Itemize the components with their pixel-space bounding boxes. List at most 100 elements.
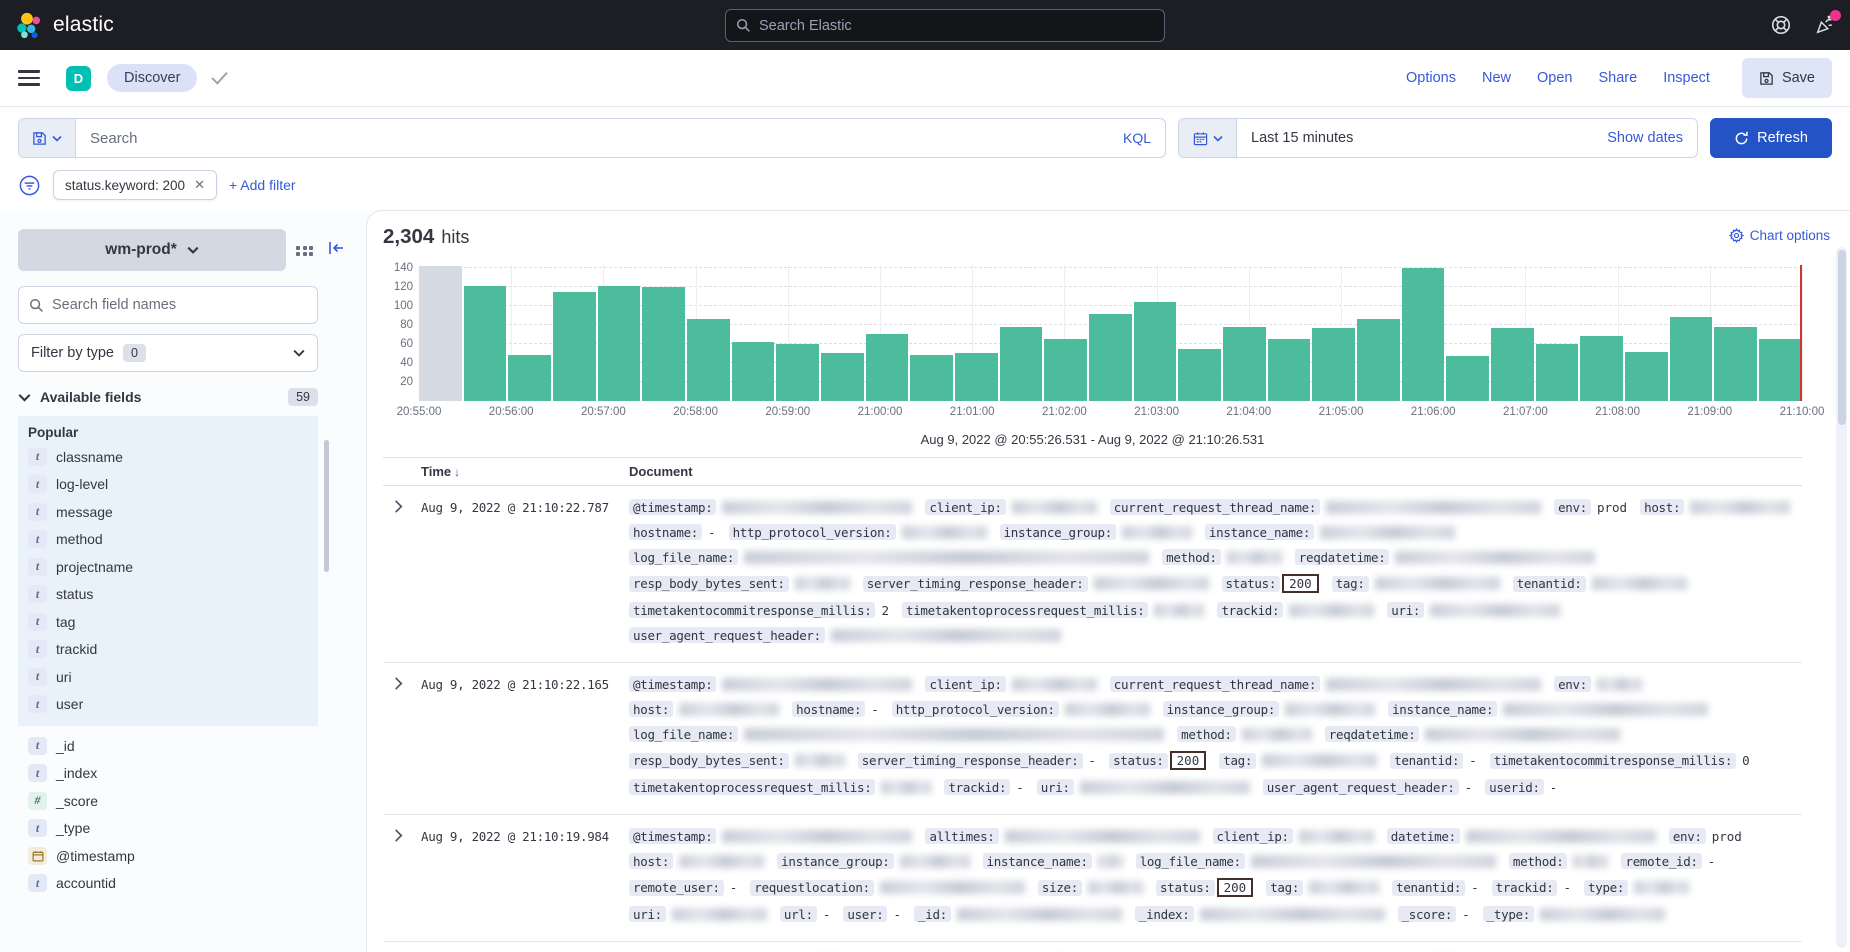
histogram-bar[interactable] bbox=[1446, 356, 1489, 401]
histogram-bar[interactable] bbox=[1357, 319, 1400, 401]
help-icon[interactable] bbox=[1770, 14, 1792, 36]
share-button[interactable]: Share bbox=[1598, 70, 1637, 86]
histogram-bar[interactable] bbox=[1714, 327, 1757, 401]
histogram-bar[interactable] bbox=[598, 286, 641, 401]
quick-select-menu-button[interactable] bbox=[1179, 119, 1237, 157]
global-search[interactable] bbox=[725, 9, 1165, 42]
sort-desc-icon[interactable]: ↓ bbox=[454, 465, 460, 479]
query-input[interactable] bbox=[76, 130, 1123, 147]
remove-filter-icon[interactable]: ✕ bbox=[194, 177, 205, 193]
histogram-bar[interactable] bbox=[1312, 328, 1355, 401]
menu-icon[interactable] bbox=[18, 70, 40, 86]
histogram-bar[interactable] bbox=[1268, 339, 1311, 401]
index-pattern-selector[interactable]: wm-prod* bbox=[18, 229, 286, 271]
time-range-value[interactable]: Last 15 minutes bbox=[1237, 130, 1353, 146]
new-button[interactable]: New bbox=[1482, 70, 1511, 86]
histogram-bar[interactable] bbox=[866, 334, 909, 401]
histogram-bar[interactable] bbox=[1625, 352, 1668, 401]
histogram-bar[interactable] bbox=[776, 344, 819, 401]
show-dates-button[interactable]: Show dates bbox=[1607, 130, 1697, 146]
field-item-accountid[interactable]: taccountid bbox=[28, 870, 318, 898]
date-field-icon bbox=[28, 847, 47, 865]
discover-app-badge[interactable]: D bbox=[66, 66, 91, 91]
inspect-button[interactable]: Inspect bbox=[1663, 70, 1710, 86]
field-search-input[interactable] bbox=[52, 297, 307, 313]
histogram-bar[interactable] bbox=[1223, 327, 1266, 401]
filter-pill-status-200[interactable]: status.keyword: 200 ✕ bbox=[53, 170, 217, 200]
histogram-bar[interactable] bbox=[1089, 314, 1132, 401]
expand-row-icon[interactable] bbox=[391, 676, 421, 691]
field-item-projectname[interactable]: tprojectname bbox=[28, 553, 318, 581]
field-item-_index[interactable]: t_index bbox=[28, 760, 318, 788]
histogram-bar[interactable] bbox=[1580, 336, 1623, 401]
global-search-input[interactable] bbox=[759, 18, 1154, 34]
field-item-log-level[interactable]: tlog-level bbox=[28, 471, 318, 499]
doc-field-name: resp_body_bytes_sent: bbox=[629, 576, 789, 592]
elastic-brand[interactable]: elastic bbox=[16, 12, 114, 39]
histogram-bar[interactable] bbox=[419, 266, 462, 401]
histogram-bar[interactable] bbox=[1044, 339, 1087, 401]
filter-menu-icon[interactable] bbox=[18, 174, 41, 197]
field-item-status[interactable]: tstatus bbox=[28, 581, 318, 609]
table-header-row: Time↓ Document bbox=[383, 458, 1802, 486]
doc-field-value-redacted bbox=[1122, 526, 1192, 539]
doc-field: user:- bbox=[843, 906, 901, 922]
page-scrollbar-thumb[interactable] bbox=[1838, 250, 1846, 425]
add-filter-button[interactable]: + Add filter bbox=[229, 177, 296, 193]
field-item-_type[interactable]: t_type bbox=[28, 815, 318, 843]
field-name: status bbox=[56, 586, 93, 602]
open-button[interactable]: Open bbox=[1537, 70, 1572, 86]
save-button[interactable]: Save bbox=[1742, 58, 1832, 98]
histogram-plot[interactable] bbox=[419, 265, 1802, 401]
field-item-user[interactable]: tuser bbox=[28, 691, 318, 719]
histogram-bar[interactable] bbox=[1536, 344, 1579, 401]
field-item-message[interactable]: tmessage bbox=[28, 498, 318, 526]
expand-row-icon[interactable] bbox=[391, 828, 421, 843]
histogram-bar[interactable] bbox=[732, 342, 775, 401]
field-item-_score[interactable]: #_score bbox=[28, 787, 318, 815]
histogram-bar[interactable] bbox=[464, 286, 507, 401]
histogram-bar[interactable] bbox=[1670, 317, 1713, 401]
options-button[interactable]: Options bbox=[1406, 70, 1456, 86]
available-fields-header[interactable]: Available fields 59 bbox=[18, 388, 318, 406]
kql-toggle[interactable]: KQL bbox=[1123, 130, 1165, 146]
field-item-uri[interactable]: turi bbox=[28, 663, 318, 691]
histogram-bar[interactable] bbox=[508, 355, 551, 401]
page-scrollbar[interactable] bbox=[1836, 247, 1847, 948]
time-column-header[interactable]: Time↓ bbox=[421, 464, 629, 479]
breadcrumb[interactable]: Discover bbox=[107, 64, 197, 92]
sidebar-scrollbar-thumb[interactable] bbox=[324, 440, 329, 572]
field-item-tag[interactable]: ttag bbox=[28, 608, 318, 636]
histogram-bar[interactable] bbox=[1759, 339, 1802, 401]
field-name: classname bbox=[56, 449, 123, 465]
filter-by-type-dropdown[interactable]: Filter by type 0 bbox=[18, 334, 318, 372]
histogram-bar[interactable] bbox=[553, 292, 596, 401]
histogram-bar[interactable] bbox=[1402, 268, 1445, 401]
text-field-icon: t bbox=[28, 695, 47, 713]
histogram-bar[interactable] bbox=[1491, 328, 1534, 401]
doc-field-value-redacted bbox=[795, 754, 845, 767]
field-item-@timestamp[interactable]: @timestamp bbox=[28, 842, 318, 870]
field-item-classname[interactable]: tclassname bbox=[28, 443, 318, 471]
expand-row-icon[interactable] bbox=[391, 499, 421, 514]
field-item-trackid[interactable]: ttrackid bbox=[28, 636, 318, 664]
saved-query-menu-button[interactable] bbox=[19, 119, 76, 157]
collapse-sidebar-icon[interactable] bbox=[327, 240, 345, 256]
refresh-button[interactable]: Refresh bbox=[1710, 118, 1832, 158]
histogram-bar[interactable] bbox=[821, 353, 864, 402]
chart-options-button[interactable]: Chart options bbox=[1729, 228, 1830, 243]
histogram-bar[interactable] bbox=[687, 319, 730, 401]
field-item-_id[interactable]: t_id bbox=[28, 732, 318, 760]
histogram-bar[interactable] bbox=[1000, 327, 1043, 401]
field-item-method[interactable]: tmethod bbox=[28, 526, 318, 554]
field-settings-icon[interactable] bbox=[296, 246, 313, 250]
histogram-bar[interactable] bbox=[910, 355, 953, 401]
doc-field: requestlocation: bbox=[750, 880, 1025, 896]
histogram-bar[interactable] bbox=[642, 287, 685, 401]
histogram-bar[interactable] bbox=[1134, 302, 1177, 401]
newsfeed-icon[interactable] bbox=[1814, 14, 1836, 36]
histogram-bar[interactable] bbox=[1178, 349, 1221, 401]
histogram-bar[interactable] bbox=[955, 353, 998, 401]
hits-histogram[interactable]: 20406080100120140 20:55:0020:56:0020:57:… bbox=[383, 265, 1802, 447]
doc-field: uri: bbox=[629, 906, 767, 922]
